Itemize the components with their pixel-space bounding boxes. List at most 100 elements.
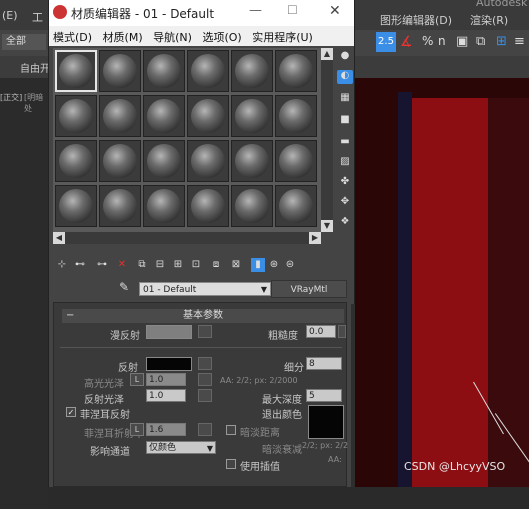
hilight-gloss-spinner[interactable]: 1.0 [146,373,186,386]
freeform-tab[interactable]: 自由开 [20,60,50,75]
material-slot[interactable] [231,50,273,92]
show-end-result-icon[interactable]: ⊠ [229,258,243,272]
menu-edit[interactable]: (E) [2,9,18,22]
video-check-icon[interactable]: ▬ [337,136,353,150]
use-interp-checkbox[interactable] [226,459,236,469]
assign-to-selection-icon[interactable]: ⊶ [95,258,109,272]
params-scrollbar[interactable] [351,304,355,487]
max-depth-spinner[interactable]: 5 [306,389,342,402]
layers-icon[interactable]: ≡ [514,34,525,49]
selection-filter-dropdown[interactable]: 全部 [2,34,46,50]
menu-tools[interactable]: 工 [32,9,43,25]
menu-mode[interactable]: 模式(D) [53,31,92,44]
fresnel-ior-spinner[interactable]: 1.6 [146,423,186,436]
viewport-label-ortho[interactable]: [正交] [0,92,22,103]
material-slot[interactable] [55,50,97,92]
fresnel-ior-map-button[interactable] [198,423,212,436]
reflect-map-button[interactable] [198,357,212,370]
maximize-icon[interactable]: ☐ [287,3,298,17]
viewport-label-shading[interactable]: [明暗处 [24,92,48,114]
refl-gloss-spinner[interactable]: 1.0 [146,389,186,402]
fresnel-checkbox[interactable]: ✓ [66,407,76,417]
diffuse-color-swatch[interactable] [146,325,192,339]
material-slot[interactable] [187,50,229,92]
snap-2-5-button[interactable]: 2.5 [376,32,396,52]
percent-snap-button[interactable]: % [422,34,433,48]
material-slot[interactable] [275,140,317,182]
reset-map-icon[interactable]: ✕ [115,258,129,272]
roughness-map-button[interactable] [338,325,346,338]
material-slot[interactable] [99,140,141,182]
align-icon[interactable]: ⊞ [496,34,507,49]
scroll-down-icon[interactable]: ▼ [321,220,333,232]
scroll-right-icon[interactable]: ▶ [309,232,321,244]
material-slot[interactable] [143,50,185,92]
select-by-material-icon[interactable]: ✥ [337,196,353,210]
material-slot[interactable] [187,185,229,227]
material-slot[interactable] [275,185,317,227]
material-map-navigator-icon[interactable]: ❖ [337,216,353,230]
rollout-header[interactable]: − 基本参数 [62,309,344,323]
reflect-color-swatch[interactable] [146,357,192,371]
viewport[interactable] [348,78,529,487]
mirror-icon[interactable]: ⧉ [476,34,485,49]
material-id-channel-icon[interactable]: ⊡ [189,258,203,272]
menu-utilities[interactable]: 实用程序(U) [252,31,313,44]
go-to-parent-icon[interactable]: ▮ [251,258,265,272]
eyedropper-icon[interactable]: ✎ [119,280,129,294]
material-slot[interactable] [231,95,273,137]
get-material-icon[interactable]: ⊹ [55,258,69,272]
backlight-icon[interactable]: ◐ [337,70,353,84]
scroll-up-icon[interactable]: ▲ [321,48,333,60]
slots-vertical-scrollbar[interactable]: ▲ ▼ [321,48,333,232]
named-selection-icon[interactable]: ▣ [456,34,468,49]
material-slot[interactable] [187,140,229,182]
material-slot[interactable] [55,95,97,137]
material-slot[interactable] [275,95,317,137]
material-slot[interactable] [143,140,185,182]
material-slot[interactable] [231,140,273,182]
material-name-field[interactable]: 01 - Default ▼ [139,282,271,296]
dim-distance-checkbox[interactable] [226,425,236,435]
affect-channels-dropdown[interactable]: 仅颜色 ▼ [146,441,216,454]
material-slot[interactable] [99,95,141,137]
material-slot[interactable] [187,95,229,137]
hilight-gloss-map-button[interactable] [198,373,212,386]
menu-navigation[interactable]: 导航(N) [153,31,192,44]
roughness-spinner[interactable]: 0.0 [306,325,336,338]
uv-tiling-icon[interactable]: ■ [337,114,353,128]
menu-options[interactable]: 选项(O) [202,31,241,44]
put-to-scene-icon[interactable]: ⊷ [73,258,87,272]
refl-gloss-map-button[interactable] [198,389,212,402]
diffuse-map-button[interactable] [198,325,212,338]
options-icon[interactable]: ✤ [337,176,353,190]
material-slot[interactable] [143,95,185,137]
pick-material-icon[interactable]: ⊜ [283,258,297,272]
make-unique-icon[interactable]: ⊟ [153,258,167,272]
menu-material[interactable]: 材质(M) [103,31,143,44]
material-slot[interactable] [231,185,273,227]
fresnel-lock-button[interactable]: L [130,423,144,436]
material-slot[interactable] [143,185,185,227]
minimize-icon[interactable]: — [249,3,262,18]
menu-graph-editors[interactable]: 图形编辑器(D) [380,12,452,28]
material-slot[interactable] [99,185,141,227]
hilight-lock-button[interactable]: L [130,373,144,386]
make-unique-copy-icon[interactable]: ⧉ [135,258,149,272]
material-slot[interactable] [55,185,97,227]
sample-type-icon[interactable]: ● [337,50,353,64]
material-slot[interactable] [99,50,141,92]
spinner-snap-button[interactable]: n [438,34,446,48]
put-to-library-icon[interactable]: ⊞ [171,258,185,272]
subdivs-spinner[interactable]: 8 [306,357,342,370]
material-type-button[interactable]: VRayMtl [271,280,347,298]
exit-color-swatch[interactable] [308,405,344,439]
make-preview-icon[interactable]: ▨ [337,156,353,170]
material-slot[interactable] [275,50,317,92]
menu-rendering[interactable]: 渲染(R) [470,12,508,28]
angle-snap-icon[interactable]: ∡ [400,34,413,50]
material-slot[interactable] [55,140,97,182]
background-checker-icon[interactable]: ▦ [337,92,353,106]
go-forward-sibling-icon[interactable]: ⊛ [267,258,281,272]
scroll-left-icon[interactable]: ◀ [53,232,65,244]
